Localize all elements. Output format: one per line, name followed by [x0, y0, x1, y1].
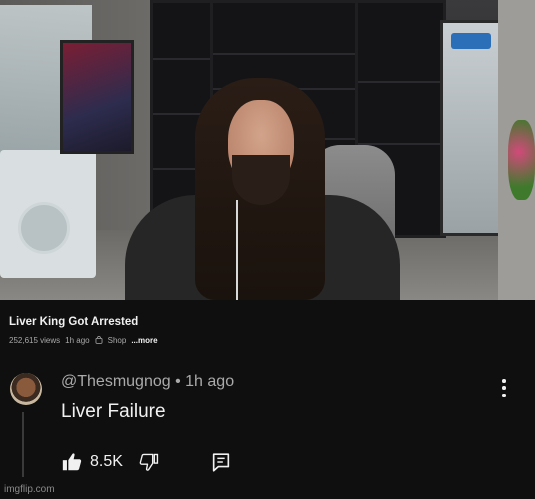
- view-count: 252,615 views: [9, 335, 61, 345]
- comment-text: Liver Failure: [61, 401, 166, 422]
- more-link[interactable]: ...more: [131, 336, 157, 345]
- more-vertical-icon[interactable]: [494, 378, 514, 398]
- shop-link[interactable]: Shop: [108, 336, 127, 345]
- comment-time: 1h ago: [185, 373, 235, 390]
- like-button[interactable]: [60, 450, 84, 474]
- separator-dot: •: [175, 373, 181, 390]
- watermark: imgflip.com: [4, 484, 55, 495]
- comment-header: @Thesmugnog • 1h ago: [61, 373, 234, 391]
- thumbs-down-icon: [139, 453, 159, 471]
- comment-actions: 8.5K: [60, 450, 233, 474]
- video-player[interactable]: [0, 0, 535, 300]
- thread-line: [22, 412, 24, 477]
- avatar[interactable]: [10, 373, 42, 405]
- comment-author[interactable]: @Thesmugnog: [61, 373, 171, 390]
- like-count: 8.5K: [90, 453, 123, 470]
- wall-poster: [60, 40, 134, 154]
- claw-machine-cabinet: [0, 150, 96, 278]
- dislike-button[interactable]: [137, 450, 161, 474]
- reply-button[interactable]: [209, 450, 233, 474]
- upload-age: 1h ago: [65, 335, 90, 345]
- drink-fridge: [440, 20, 504, 236]
- comment-section: [0, 348, 535, 499]
- thumbs-up-icon: [62, 453, 82, 471]
- plant-decoration: [508, 120, 535, 200]
- video-meta[interactable]: 252,615 views 1h ago Shop ...more: [9, 334, 158, 346]
- shopping-bag-icon: [95, 336, 103, 344]
- reply-comment-icon: [212, 453, 230, 472]
- video-title[interactable]: Liver King Got Arrested: [9, 316, 138, 328]
- microphone-cable: [236, 200, 238, 300]
